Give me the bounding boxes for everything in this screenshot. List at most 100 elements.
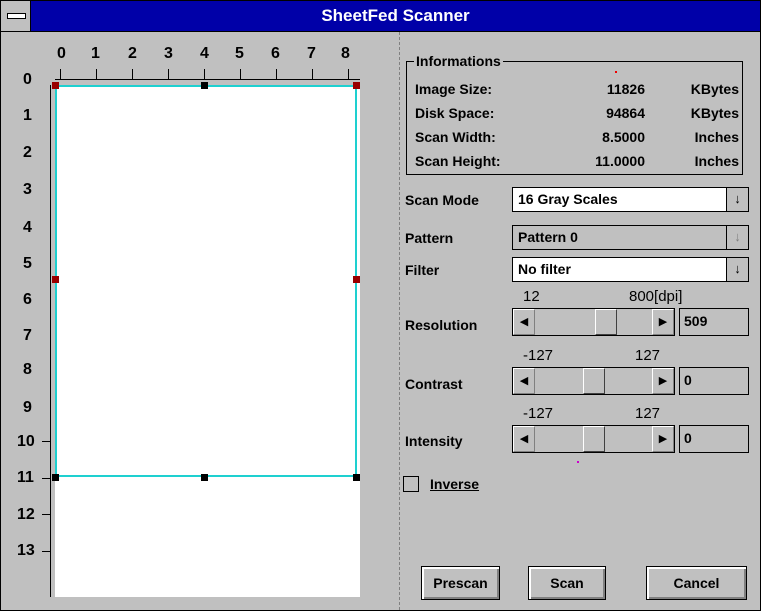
ruler-h-tick xyxy=(312,69,313,79)
ruler-v-4: 4 xyxy=(23,219,32,236)
ruler-v-tick xyxy=(42,441,50,442)
window-title: SheetFed Scanner xyxy=(321,6,470,25)
intensity-max: 127 xyxy=(635,405,661,422)
ruler-v-13: 13 xyxy=(17,542,35,559)
filter-label: Filter xyxy=(405,262,440,278)
ruler-v-9: 9 xyxy=(23,399,32,416)
ruler-v-2: 2 xyxy=(23,144,32,161)
image-size-value: 11826 xyxy=(606,81,645,97)
ruler-v-7: 7 xyxy=(23,327,32,344)
contrast-slider-thumb[interactable] xyxy=(583,368,605,394)
arrow-left-icon[interactable]: ◀ xyxy=(513,368,535,394)
ruler-h-tick xyxy=(132,69,133,79)
pixel-artifact xyxy=(615,71,617,73)
intensity-slider-thumb[interactable] xyxy=(583,426,605,452)
contrast-label: Contrast xyxy=(405,376,463,392)
resize-handle-left[interactable] xyxy=(52,276,59,283)
scan-mode-label: Scan Mode xyxy=(405,192,479,208)
ruler-v-baseline xyxy=(50,85,51,597)
ruler-h-5: 5 xyxy=(235,45,244,62)
prescan-button[interactable]: Prescan xyxy=(421,566,500,600)
ruler-v-tick xyxy=(42,478,50,479)
scan-width-value: 8.5000 xyxy=(602,129,645,145)
ruler-v-tick xyxy=(42,551,50,552)
scanner-window: SheetFed Scanner 0 1 2 3 4 5 6 7 8 0 1 2… xyxy=(0,0,761,611)
dropdown-arrow-icon[interactable]: ↓ xyxy=(726,188,748,211)
ruler-h-7: 7 xyxy=(307,45,316,62)
intensity-label: Intensity xyxy=(405,433,463,449)
scan-button[interactable]: Scan xyxy=(528,566,606,600)
informations-group-label: Informations xyxy=(414,53,503,69)
intensity-min: -127 xyxy=(523,405,554,422)
ruler-v-10: 10 xyxy=(17,433,35,450)
ruler-h-tick xyxy=(168,69,169,79)
ruler-h-1: 1 xyxy=(91,45,100,62)
ruler-h-6: 6 xyxy=(271,45,280,62)
scan-height-label: Scan Height: xyxy=(415,153,501,169)
ruler-h-tick xyxy=(276,69,277,79)
pane-divider xyxy=(399,32,400,610)
intensity-input[interactable]: 0 xyxy=(679,425,749,453)
cancel-button[interactable]: Cancel xyxy=(646,566,747,600)
resolution-slider-thumb[interactable] xyxy=(595,309,617,335)
resolution-slider[interactable]: ◀ ▶ xyxy=(512,308,675,336)
ruler-h-baseline xyxy=(55,79,360,80)
scan-width-label: Scan Width: xyxy=(415,129,496,145)
ruler-v-tick xyxy=(42,514,50,515)
dropdown-arrow-icon[interactable]: ↓ xyxy=(726,226,748,249)
ruler-h-3: 3 xyxy=(164,45,173,62)
disk-space-label: Disk Space: xyxy=(415,105,495,121)
system-menu-button[interactable] xyxy=(1,1,31,31)
ruler-h-0: 0 xyxy=(57,45,66,62)
filter-dropdown[interactable]: No filter ↓ xyxy=(512,257,749,282)
arrow-left-icon[interactable]: ◀ xyxy=(513,309,535,335)
pattern-label: Pattern xyxy=(405,230,454,246)
ruler-h-tick xyxy=(60,69,61,79)
ruler-h-tick xyxy=(348,69,349,79)
resize-handle-bottom[interactable] xyxy=(201,474,208,481)
ruler-h-tick xyxy=(240,69,241,79)
inverse-checkbox[interactable] xyxy=(403,476,419,492)
dropdown-arrow-icon[interactable]: ↓ xyxy=(726,258,748,281)
arrow-right-icon[interactable]: ▶ xyxy=(652,426,674,452)
resolution-input[interactable]: 509 xyxy=(679,308,749,336)
resolution-label: Resolution xyxy=(405,317,478,333)
ruler-h-8: 8 xyxy=(341,45,350,62)
arrow-right-icon[interactable]: ▶ xyxy=(652,309,674,335)
scan-mode-dropdown[interactable]: 16 Gray Scales ↓ xyxy=(512,187,749,212)
arrow-left-icon[interactable]: ◀ xyxy=(513,426,535,452)
resize-handle-top[interactable] xyxy=(201,82,208,89)
disk-space-unit: KBytes xyxy=(690,105,739,121)
scan-height-value: 11.0000 xyxy=(595,153,645,169)
ruler-v-12: 12 xyxy=(17,506,35,523)
intensity-slider[interactable]: ◀ ▶ xyxy=(512,425,675,453)
resolution-max: 800[dpi] xyxy=(629,288,683,305)
resolution-min: 12 xyxy=(523,288,540,305)
resize-handle-right[interactable] xyxy=(353,276,360,283)
scan-area-selection[interactable] xyxy=(55,85,357,477)
arrow-right-icon[interactable]: ▶ xyxy=(652,368,674,394)
resize-handle-bottom-left[interactable] xyxy=(52,474,59,481)
ruler-h-4: 4 xyxy=(200,45,209,62)
inverse-label[interactable]: Inverse xyxy=(430,476,479,492)
scan-height-unit: Inches xyxy=(694,153,739,169)
ruler-v-5: 5 xyxy=(23,255,32,272)
contrast-slider[interactable]: ◀ ▶ xyxy=(512,367,675,395)
title-bar: SheetFed Scanner xyxy=(1,1,760,32)
scan-width-unit: Inches xyxy=(694,129,739,145)
resize-handle-bottom-right[interactable] xyxy=(353,474,360,481)
resize-handle-top-left[interactable] xyxy=(52,82,59,89)
ruler-v-6: 6 xyxy=(23,291,32,308)
ruler-v-8: 8 xyxy=(23,361,32,378)
ruler-v-0: 0 xyxy=(23,71,32,88)
image-size-unit: KBytes xyxy=(690,81,739,97)
ruler-v-3: 3 xyxy=(23,181,32,198)
pattern-dropdown[interactable]: Pattern 0 ↓ xyxy=(512,225,749,250)
filter-value: No filter xyxy=(518,261,571,277)
ruler-h-tick xyxy=(96,69,97,79)
image-size-label: Image Size: xyxy=(415,81,493,97)
contrast-input[interactable]: 0 xyxy=(679,367,749,395)
pixel-artifact xyxy=(577,461,579,463)
scan-mode-value: 16 Gray Scales xyxy=(518,191,618,207)
resize-handle-top-right[interactable] xyxy=(353,82,360,89)
